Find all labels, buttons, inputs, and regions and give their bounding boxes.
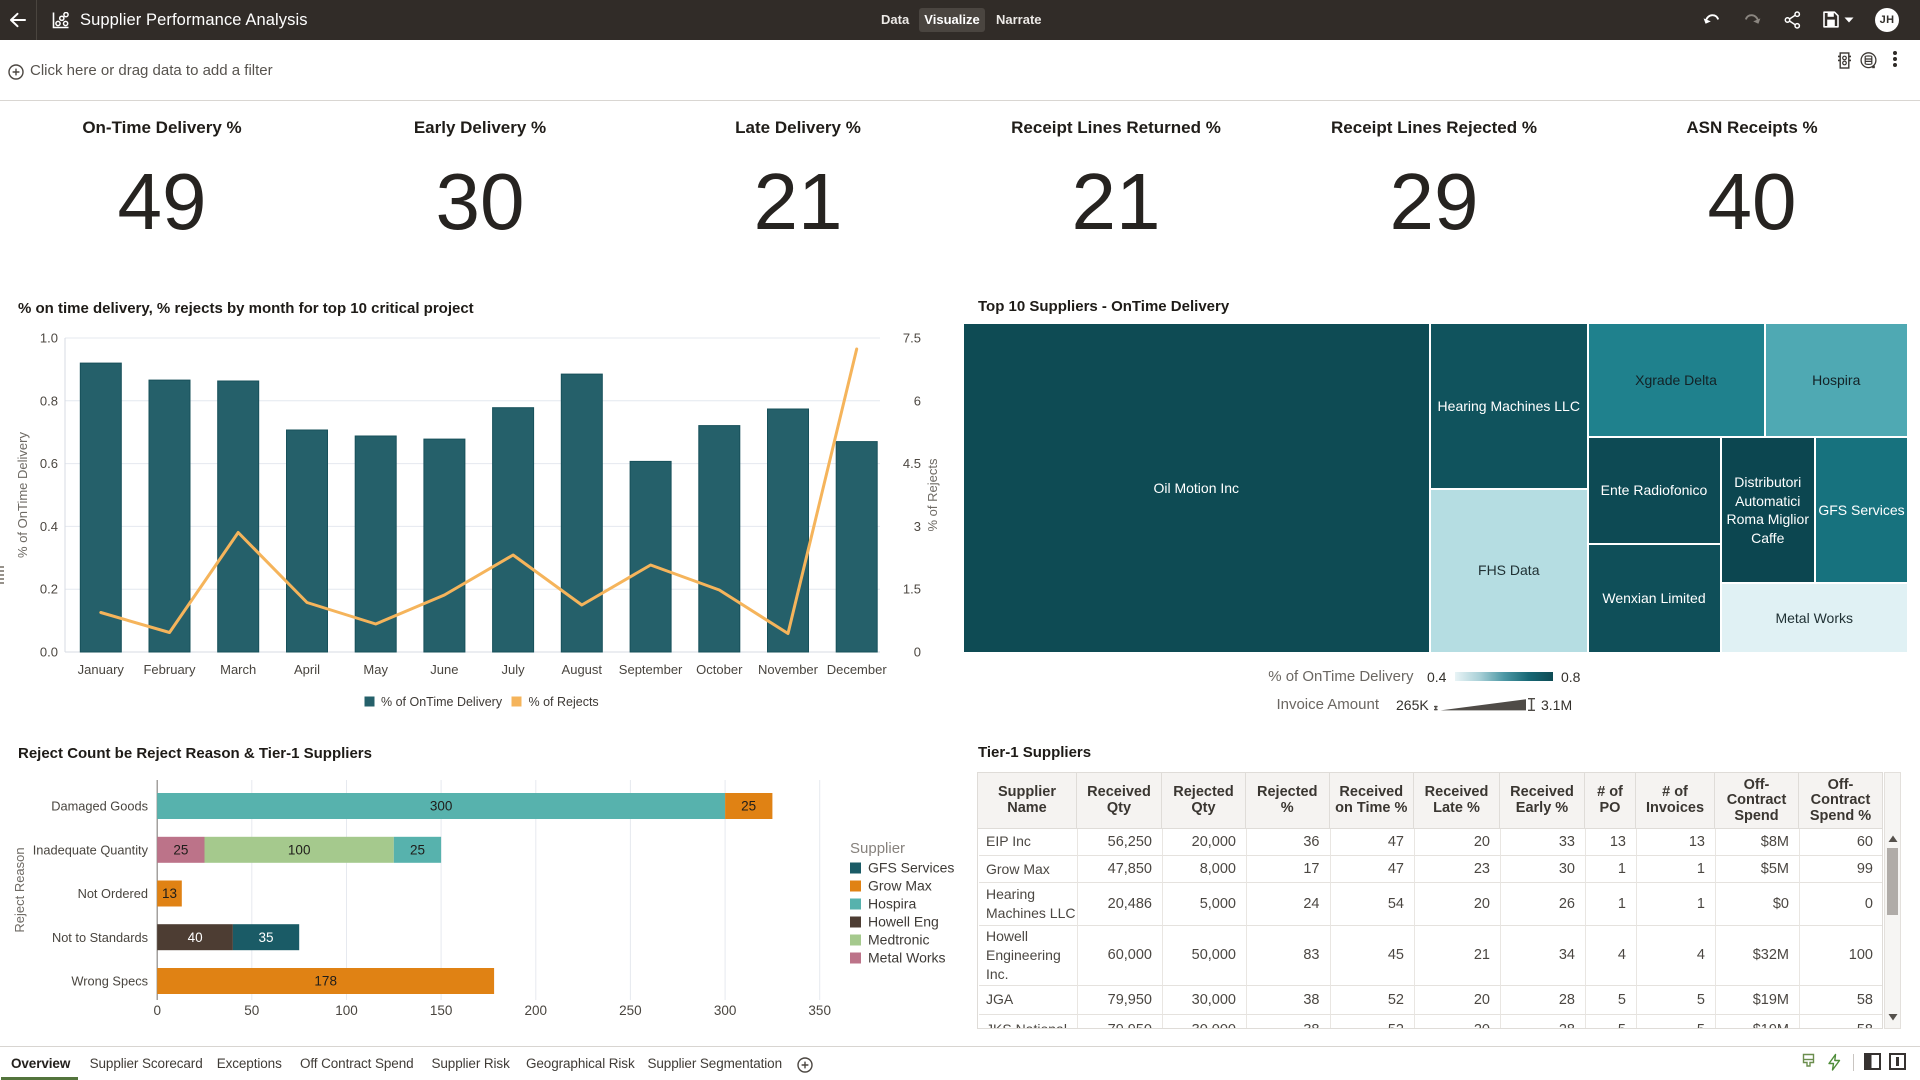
svg-text:Metal Works: Metal Works [868, 950, 946, 966]
svg-text:February: February [143, 662, 196, 677]
svg-text:% of Rejects: % of Rejects [925, 458, 940, 531]
svg-text:25: 25 [410, 843, 425, 858]
svg-text:0: 0 [914, 645, 921, 660]
svg-text:150: 150 [430, 1003, 453, 1018]
svg-text:178: 178 [314, 974, 337, 989]
svg-text:May: May [363, 662, 388, 677]
svg-text:1.5: 1.5 [903, 582, 921, 597]
svg-text:January: January [78, 662, 125, 677]
svg-text:100: 100 [288, 843, 311, 858]
svg-text:November: November [758, 662, 819, 677]
svg-text:Reject Reason: Reject Reason [12, 847, 27, 932]
svg-text:Not Ordered: Not Ordered [78, 886, 148, 901]
svg-text:% of Rejects: % of Rejects [529, 695, 599, 709]
svg-text:July: July [502, 662, 526, 677]
svg-text:September: September [619, 662, 683, 677]
svg-text:3: 3 [914, 519, 921, 534]
svg-text:% on time delivery, % rejects: % on time delivery, % rejects by month f… [18, 300, 474, 317]
svg-text:0.4: 0.4 [40, 519, 58, 534]
svg-text:0.6: 0.6 [40, 456, 58, 471]
svg-text:April: April [294, 662, 320, 677]
svg-text:Wrong Specs: Wrong Specs [71, 974, 148, 989]
svg-text:Inadequate Quantity: Inadequate Quantity [33, 843, 149, 858]
svg-text:October: October [696, 662, 743, 677]
svg-text:Supplier: Supplier [850, 840, 905, 857]
svg-text:7.5: 7.5 [903, 331, 921, 346]
svg-text:Medtronic: Medtronic [868, 932, 929, 948]
svg-text:June: June [430, 662, 458, 677]
svg-text:Grow Max: Grow Max [868, 878, 932, 894]
svg-text:Not to Standards: Not to Standards [52, 930, 148, 945]
svg-text:0.8: 0.8 [40, 393, 58, 408]
svg-text:0.0: 0.0 [40, 645, 58, 660]
svg-text:December: December [827, 662, 888, 677]
svg-text:100: 100 [335, 1003, 358, 1018]
svg-text:August: August [562, 662, 603, 677]
svg-text:25: 25 [741, 799, 756, 814]
svg-text:0.2: 0.2 [40, 582, 58, 597]
svg-text:Reject Count be Reject Reason: Reject Count be Reject Reason & Tier-1 S… [18, 745, 372, 762]
svg-text:1.0: 1.0 [40, 331, 58, 346]
svg-text:300: 300 [430, 799, 453, 814]
svg-text:200: 200 [525, 1003, 548, 1018]
svg-text:4.5: 4.5 [903, 456, 921, 471]
svg-text:% of OnTime Delivery: % of OnTime Delivery [381, 695, 503, 709]
svg-text:250: 250 [619, 1003, 642, 1018]
svg-text:GFS Services: GFS Services [868, 860, 954, 876]
svg-text:Damaged Goods: Damaged Goods [51, 799, 148, 814]
svg-text:350: 350 [808, 1003, 831, 1018]
svg-text:300: 300 [714, 1003, 737, 1018]
svg-text:0: 0 [153, 1003, 161, 1018]
svg-text:50: 50 [244, 1003, 259, 1018]
svg-text:35: 35 [258, 930, 273, 945]
svg-text:Howell Eng: Howell Eng [868, 914, 939, 930]
svg-text:13: 13 [162, 886, 177, 901]
svg-text:25: 25 [173, 843, 188, 858]
svg-text:6: 6 [914, 393, 921, 408]
svg-text:40: 40 [188, 930, 203, 945]
svg-text:Hospira: Hospira [868, 896, 916, 912]
svg-text:% of OnTime Delivery: % of OnTime Delivery [15, 432, 30, 558]
svg-text:March: March [220, 662, 256, 677]
